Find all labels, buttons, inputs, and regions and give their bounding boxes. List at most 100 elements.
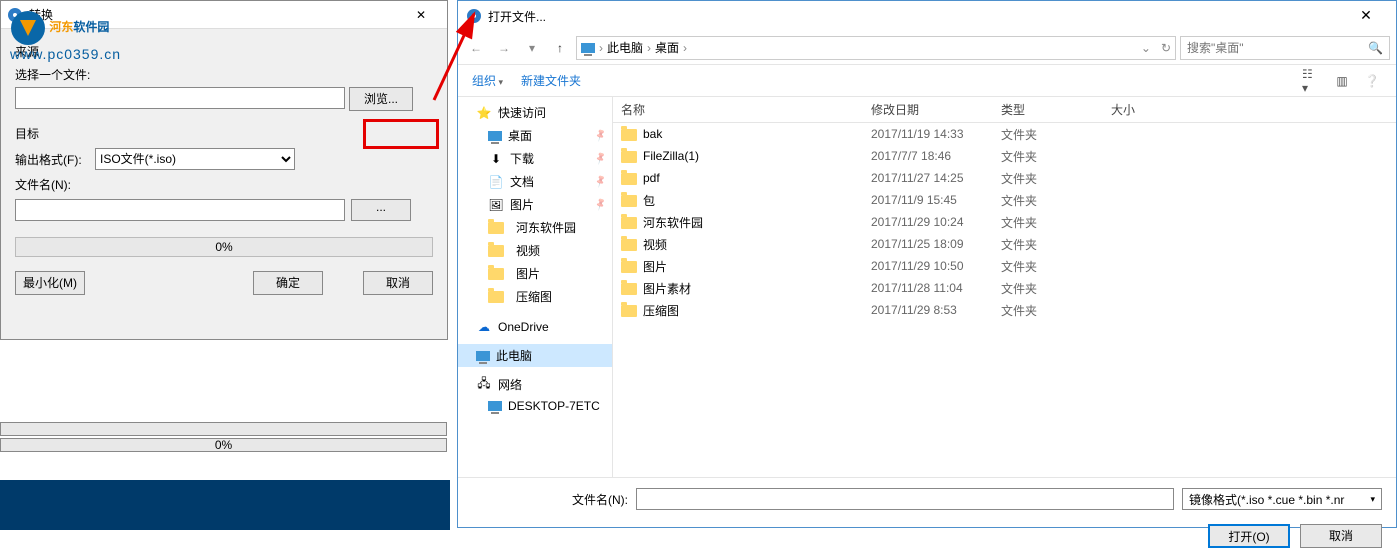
folder-icon	[621, 129, 637, 141]
sidebar-onedrive[interactable]: ☁OneDrive	[458, 316, 612, 338]
folder-icon	[488, 245, 504, 257]
file-list: 名称 修改日期 类型 大小 bak2017/11/19 14:33文件夹File…	[613, 97, 1396, 477]
folder-icon	[621, 173, 637, 185]
filetype-filter[interactable]: 镜像格式(*.iso *.cue *.bin *.nr	[1182, 488, 1382, 510]
desktop-icon	[488, 131, 502, 141]
source-label: 来源	[15, 43, 433, 60]
table-row[interactable]: 河东软件园2017/11/29 10:24文件夹	[613, 211, 1396, 233]
table-row[interactable]: pdf2017/11/27 14:25文件夹	[613, 167, 1396, 189]
folder-icon	[488, 222, 504, 234]
sidebar-item-documents[interactable]: 📄文档	[458, 170, 612, 193]
folder-icon	[621, 239, 637, 251]
up-icon[interactable]: ↑	[548, 36, 572, 60]
sidebar-quick-access[interactable]: ⭐快速访问	[458, 101, 612, 124]
target-label: 目标	[15, 125, 433, 142]
file-dialog-title: 打开文件...	[488, 8, 546, 25]
sidebar: ⭐快速访问 桌面 ⬇下载 📄文档 🖼图片 河东软件园 视频 图片 压缩图 ☁On…	[458, 97, 613, 477]
back-icon[interactable]: ←	[464, 36, 488, 60]
refresh-icon[interactable]: ↻	[1161, 41, 1171, 55]
sidebar-item[interactable]: 图片	[458, 262, 612, 285]
forward-icon[interactable]: →	[492, 36, 516, 60]
col-size[interactable]: 大小	[1103, 101, 1183, 118]
preview-pane-icon[interactable]: ▥	[1332, 71, 1352, 91]
table-row[interactable]: 图片2017/11/29 10:50文件夹	[613, 255, 1396, 277]
folder-icon	[621, 151, 637, 163]
sidebar-this-pc[interactable]: 此电脑	[458, 344, 612, 367]
filename-label: 文件名(N):	[572, 491, 628, 508]
filename-input[interactable]	[636, 488, 1174, 510]
sidebar-item-downloads[interactable]: ⬇下载	[458, 147, 612, 170]
app-icon	[7, 7, 23, 23]
pc-icon	[488, 401, 502, 411]
column-header[interactable]: 名称 修改日期 类型 大小	[613, 97, 1396, 123]
view-options-icon[interactable]: ☷ ▾	[1302, 71, 1322, 91]
document-icon: 📄	[488, 174, 504, 190]
network-icon: 🖧	[476, 377, 492, 393]
sidebar-network-pc[interactable]: DESKTOP-7ETC	[458, 396, 612, 416]
search-input[interactable]	[1187, 41, 1368, 55]
select-file-label: 选择一个文件:	[15, 66, 433, 83]
close-icon[interactable]: ✕	[401, 3, 441, 27]
table-row[interactable]: 包2017/11/9 15:45文件夹	[613, 189, 1396, 211]
search-icon[interactable]: 🔍	[1368, 41, 1383, 55]
help-icon[interactable]: ❔	[1362, 71, 1382, 91]
table-row[interactable]: 图片素材2017/11/28 11:04文件夹	[613, 277, 1396, 299]
folder-icon	[488, 291, 504, 303]
table-row[interactable]: 压缩图2017/11/29 8:53文件夹	[613, 299, 1396, 321]
output-format-select[interactable]: ISO文件(*.iso)	[95, 148, 295, 170]
toolbar: 组织 新建文件夹 ☷ ▾ ▥ ❔	[458, 65, 1396, 97]
star-icon: ⭐	[476, 105, 492, 121]
sidebar-item[interactable]: 河东软件园	[458, 216, 612, 239]
folder-icon	[621, 305, 637, 317]
table-row[interactable]: bak2017/11/19 14:33文件夹	[613, 123, 1396, 145]
recent-dropdown-icon[interactable]: ▾	[520, 36, 544, 60]
breadcrumb-item[interactable]: 桌面	[655, 39, 679, 56]
filename-input[interactable]	[15, 199, 345, 221]
convert-titlebar[interactable]: 转换 ✕	[1, 1, 447, 29]
pc-icon	[581, 43, 595, 53]
pc-icon	[476, 351, 490, 361]
ok-button[interactable]: 确定	[253, 271, 323, 295]
search-box[interactable]: 🔍	[1180, 36, 1390, 60]
cloud-icon: ☁	[476, 319, 492, 335]
convert-title: 转换	[29, 6, 53, 23]
source-file-input[interactable]	[15, 87, 345, 109]
convert-dialog: 转换 ✕ 来源 选择一个文件: 浏览... 目标 输出格式(F): ISO文件(…	[0, 0, 448, 340]
ellipsis-button[interactable]: ...	[351, 199, 411, 221]
app-icon	[466, 8, 482, 24]
cancel-button[interactable]: 取消	[363, 271, 433, 295]
sidebar-item-pictures[interactable]: 🖼图片	[458, 193, 612, 216]
cancel-button[interactable]: 取消	[1300, 524, 1382, 548]
new-folder-button[interactable]: 新建文件夹	[521, 72, 581, 89]
minimize-button[interactable]: 最小化(M)	[15, 271, 85, 295]
folder-icon	[488, 268, 504, 280]
table-row[interactable]: FileZilla(1)2017/7/7 18:46文件夹	[613, 145, 1396, 167]
sidebar-network[interactable]: 🖧网络	[458, 373, 612, 396]
table-row[interactable]: 视频2017/11/25 18:09文件夹	[613, 233, 1396, 255]
col-type[interactable]: 类型	[993, 101, 1103, 118]
folder-icon	[621, 195, 637, 207]
folder-icon	[621, 261, 637, 273]
breadcrumb-item[interactable]: 此电脑	[607, 39, 643, 56]
col-name[interactable]: 名称	[613, 101, 863, 118]
close-icon[interactable]: ✕	[1344, 2, 1388, 30]
col-date[interactable]: 修改日期	[863, 101, 993, 118]
filename-label: 文件名(N):	[15, 176, 95, 193]
organize-menu[interactable]: 组织	[472, 72, 503, 89]
picture-icon: 🖼	[488, 197, 504, 213]
download-icon: ⬇	[488, 151, 504, 167]
taskbar-fragment	[0, 480, 450, 530]
open-file-dialog: 打开文件... ✕ ← → ▾ ↑ › 此电脑 › 桌面 › ⌄ ↻ 🔍 组织 …	[457, 0, 1397, 528]
nav-bar: ← → ▾ ↑ › 此电脑 › 桌面 › ⌄ ↻ 🔍	[458, 31, 1396, 65]
bottom-progress: 0%	[0, 422, 447, 454]
sidebar-item[interactable]: 视频	[458, 239, 612, 262]
sidebar-item[interactable]: 压缩图	[458, 285, 612, 308]
output-format-label: 输出格式(F):	[15, 151, 95, 168]
file-dialog-titlebar[interactable]: 打开文件... ✕	[458, 1, 1396, 31]
breadcrumb[interactable]: › 此电脑 › 桌面 › ⌄ ↻	[576, 36, 1176, 60]
open-button[interactable]: 打开(O)	[1208, 524, 1290, 548]
sidebar-item-desktop[interactable]: 桌面	[458, 124, 612, 147]
chevron-down-icon[interactable]: ⌄	[1141, 41, 1151, 55]
browse-button[interactable]: 浏览...	[349, 87, 413, 111]
folder-icon	[621, 283, 637, 295]
